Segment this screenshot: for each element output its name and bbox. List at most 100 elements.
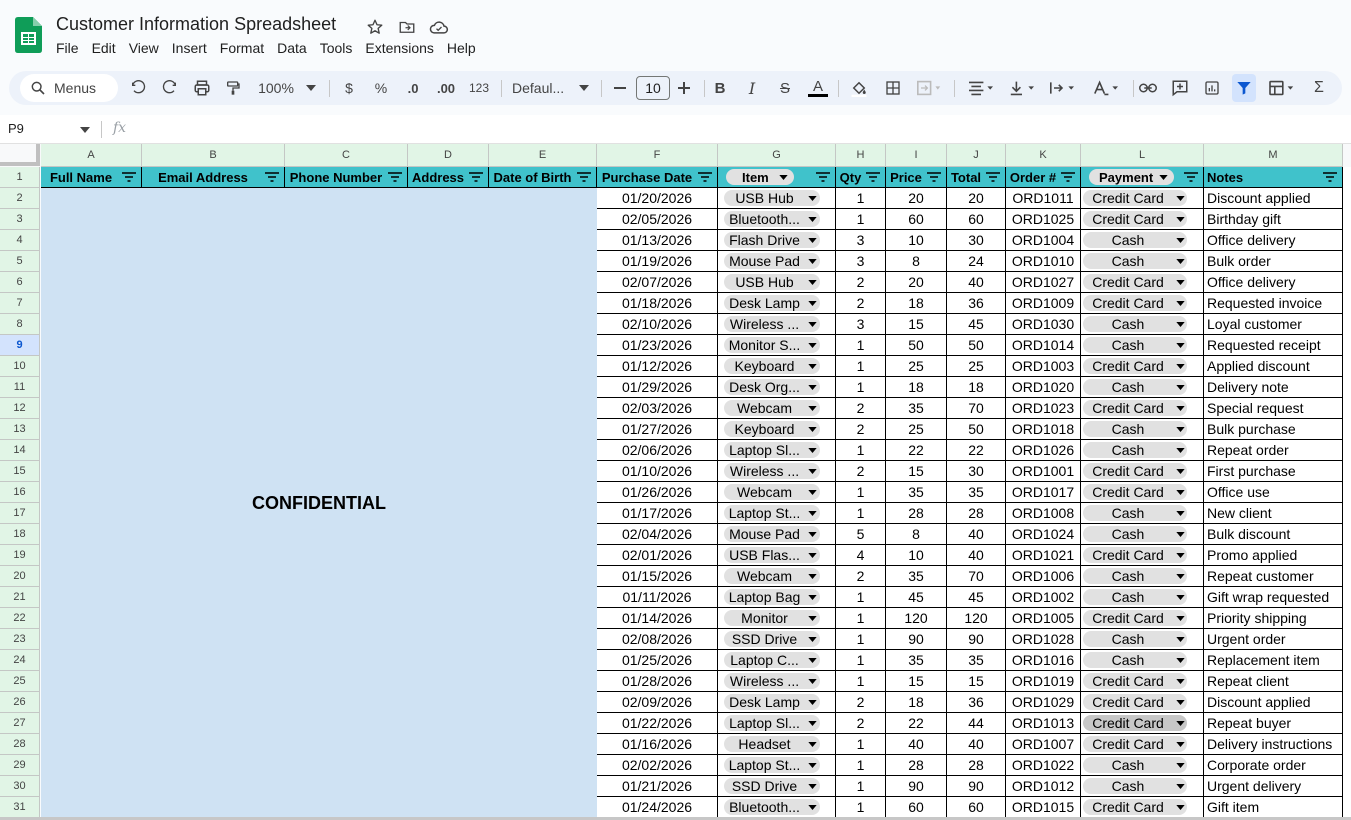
item-dropdown-chip[interactable]: Webcam bbox=[723, 400, 820, 416]
cell-item[interactable]: Bluetooth... bbox=[718, 209, 836, 230]
number-format-button[interactable]: 123 bbox=[466, 71, 492, 105]
item-dropdown-chip[interactable]: USB Hub bbox=[723, 274, 820, 290]
cell-date[interactable]: 01/12/2026 bbox=[597, 356, 718, 377]
cell-date[interactable]: 01/25/2026 bbox=[597, 650, 718, 671]
cell-price[interactable]: 120 bbox=[886, 608, 947, 629]
payment-dropdown-chip[interactable]: Credit Card bbox=[1083, 547, 1187, 563]
cell-qty[interactable]: 2 bbox=[836, 566, 886, 587]
header-email-address[interactable]: Email Address bbox=[142, 167, 285, 188]
cell-date[interactable]: 02/10/2026 bbox=[597, 314, 718, 335]
column-header-m[interactable]: M bbox=[1204, 144, 1343, 167]
cell-price[interactable]: 15 bbox=[886, 461, 947, 482]
payment-dropdown-chip[interactable]: Cash bbox=[1083, 316, 1187, 332]
row-header[interactable]: 25 bbox=[0, 671, 40, 692]
document-title[interactable]: Customer Information Spreadsheet bbox=[56, 14, 336, 35]
cell-price[interactable]: 90 bbox=[886, 776, 947, 797]
item-dropdown-chip[interactable]: Laptop St... bbox=[723, 757, 820, 773]
cell-item[interactable]: Laptop Sl... bbox=[718, 713, 836, 734]
cell-total[interactable]: 60 bbox=[947, 797, 1006, 818]
cell-order[interactable]: ORD1001 bbox=[1006, 461, 1081, 482]
cell-total[interactable]: 45 bbox=[947, 587, 1006, 608]
item-dropdown-chip[interactable]: Monitor S... bbox=[723, 337, 820, 353]
cell-order[interactable]: ORD1015 bbox=[1006, 797, 1081, 818]
cell-notes[interactable]: Office use bbox=[1204, 482, 1343, 503]
cell-qty[interactable]: 5 bbox=[836, 524, 886, 545]
cell-qty[interactable]: 1 bbox=[836, 377, 886, 398]
item-dropdown-chip[interactable]: Webcam bbox=[723, 484, 820, 500]
cell-price[interactable]: 60 bbox=[886, 797, 947, 818]
payment-dropdown-chip[interactable]: Cash bbox=[1083, 421, 1187, 437]
cell-payment[interactable]: Credit Card bbox=[1081, 209, 1204, 230]
cell-notes[interactable]: Special request bbox=[1204, 398, 1343, 419]
cell-date[interactable]: 01/11/2026 bbox=[597, 587, 718, 608]
payment-dropdown-chip[interactable]: Credit Card bbox=[1083, 295, 1187, 311]
menu-data[interactable]: Data bbox=[277, 40, 307, 56]
row-header[interactable]: 1 bbox=[0, 167, 40, 188]
menu-insert[interactable]: Insert bbox=[172, 40, 207, 56]
cell-order[interactable]: ORD1030 bbox=[1006, 314, 1081, 335]
cell-payment[interactable]: Cash bbox=[1081, 335, 1204, 356]
row-header[interactable]: 26 bbox=[0, 692, 40, 713]
paint-format-icon[interactable] bbox=[222, 71, 244, 105]
cell-qty[interactable]: 2 bbox=[836, 461, 886, 482]
cell-qty[interactable]: 1 bbox=[836, 797, 886, 818]
cell-qty[interactable]: 1 bbox=[836, 440, 886, 461]
cell-payment[interactable]: Credit Card bbox=[1081, 188, 1204, 209]
cell-order[interactable]: ORD1025 bbox=[1006, 209, 1081, 230]
cell-date[interactable]: 01/27/2026 bbox=[597, 419, 718, 440]
menu-tools[interactable]: Tools bbox=[320, 40, 353, 56]
name-box[interactable]: P9 bbox=[8, 121, 24, 136]
cell-item[interactable]: Webcam bbox=[718, 482, 836, 503]
cell-total[interactable]: 25 bbox=[947, 356, 1006, 377]
item-dropdown-chip[interactable]: Mouse Pad bbox=[723, 526, 820, 542]
payment-dropdown-chip[interactable]: Cash bbox=[1083, 757, 1187, 773]
cell-item[interactable]: Laptop St... bbox=[718, 755, 836, 776]
cell-qty[interactable]: 1 bbox=[836, 734, 886, 755]
cell-item[interactable]: Keyboard bbox=[718, 419, 836, 440]
cell-order[interactable]: ORD1027 bbox=[1006, 272, 1081, 293]
payment-dropdown-chip[interactable]: Credit Card bbox=[1083, 400, 1187, 416]
cell-item[interactable]: USB Hub bbox=[718, 272, 836, 293]
cell-item[interactable]: Mouse Pad bbox=[718, 524, 836, 545]
cell-notes[interactable]: Discount applied bbox=[1204, 188, 1343, 209]
column-header-f[interactable]: F bbox=[597, 144, 718, 167]
item-dropdown-chip[interactable]: Headset bbox=[723, 736, 820, 752]
cell-order[interactable]: ORD1018 bbox=[1006, 419, 1081, 440]
cell-date[interactable]: 01/10/2026 bbox=[597, 461, 718, 482]
cell-payment[interactable]: Credit Card bbox=[1081, 482, 1204, 503]
payment-dropdown-chip[interactable]: Credit Card bbox=[1083, 799, 1187, 815]
cell-qty[interactable]: 3 bbox=[836, 314, 886, 335]
cell-total[interactable]: 60 bbox=[947, 209, 1006, 230]
cell-price[interactable]: 35 bbox=[886, 398, 947, 419]
cell-qty[interactable]: 1 bbox=[836, 482, 886, 503]
cell-item[interactable]: Laptop St... bbox=[718, 503, 836, 524]
name-box-chevron-down-icon[interactable] bbox=[80, 127, 90, 133]
item-dropdown-chip[interactable]: Keyboard bbox=[723, 358, 820, 374]
cell-payment[interactable]: Cash bbox=[1081, 755, 1204, 776]
cell-total[interactable]: 36 bbox=[947, 692, 1006, 713]
cloud-saved-icon[interactable] bbox=[428, 16, 450, 38]
item-dropdown-chip[interactable]: SSD Drive bbox=[723, 778, 820, 794]
column-filter-icon[interactable] bbox=[387, 171, 403, 183]
cell-total[interactable]: 40 bbox=[947, 272, 1006, 293]
cell-payment[interactable]: Cash bbox=[1081, 377, 1204, 398]
cell-notes[interactable]: Office delivery bbox=[1204, 230, 1343, 251]
payment-dropdown-chip[interactable]: Credit Card bbox=[1083, 694, 1187, 710]
cell-date[interactable]: 02/08/2026 bbox=[597, 629, 718, 650]
header-payment[interactable]: Payment bbox=[1081, 167, 1204, 188]
cell-item[interactable]: Wireless ... bbox=[718, 671, 836, 692]
cell-notes[interactable]: Loyal customer bbox=[1204, 314, 1343, 335]
row-header[interactable]: 28 bbox=[0, 734, 40, 755]
cell-order[interactable]: ORD1028 bbox=[1006, 629, 1081, 650]
item-dropdown-chip[interactable]: Wireless ... bbox=[723, 673, 820, 689]
percent-format-button[interactable]: % bbox=[371, 71, 391, 105]
cell-price[interactable]: 40 bbox=[886, 734, 947, 755]
cell-item[interactable]: Laptop Sl... bbox=[718, 440, 836, 461]
cell-notes[interactable]: Priority shipping bbox=[1204, 608, 1343, 629]
filter-views-icon[interactable] bbox=[1264, 71, 1300, 105]
vertical-align-icon[interactable] bbox=[1005, 71, 1039, 105]
font-size-input[interactable]: 10 bbox=[636, 76, 670, 100]
payment-dropdown-chip[interactable]: Credit Card bbox=[1083, 715, 1187, 731]
item-dropdown-chip[interactable]: Laptop Sl... bbox=[723, 715, 820, 731]
cell-price[interactable]: 35 bbox=[886, 566, 947, 587]
